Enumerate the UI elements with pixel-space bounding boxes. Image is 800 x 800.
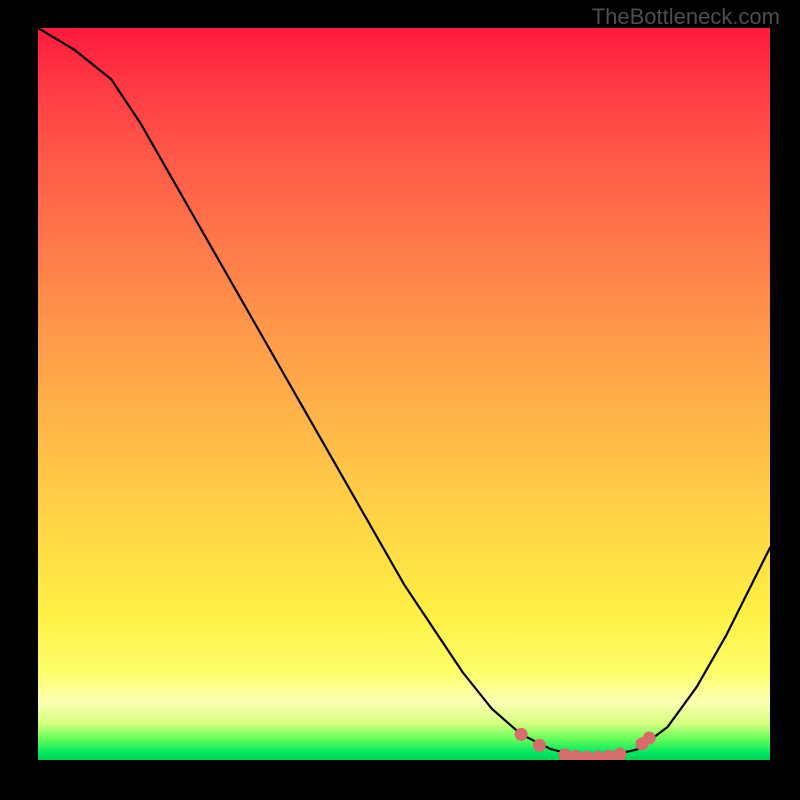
highlight-marker (515, 728, 528, 741)
highlight-marker (559, 748, 572, 760)
chart-plot-area (38, 28, 770, 760)
highlight-marker (591, 751, 604, 760)
chart-overlay-svg (38, 28, 770, 760)
highlight-marker (570, 750, 583, 760)
watermark-text: TheBottleneck.com (592, 4, 780, 30)
highlight-marker (643, 732, 656, 745)
highlight-marker (533, 739, 546, 752)
chart-curve (38, 28, 770, 756)
chart-highlight-markers (515, 728, 656, 760)
highlight-marker (581, 751, 594, 760)
highlight-marker (613, 748, 626, 760)
